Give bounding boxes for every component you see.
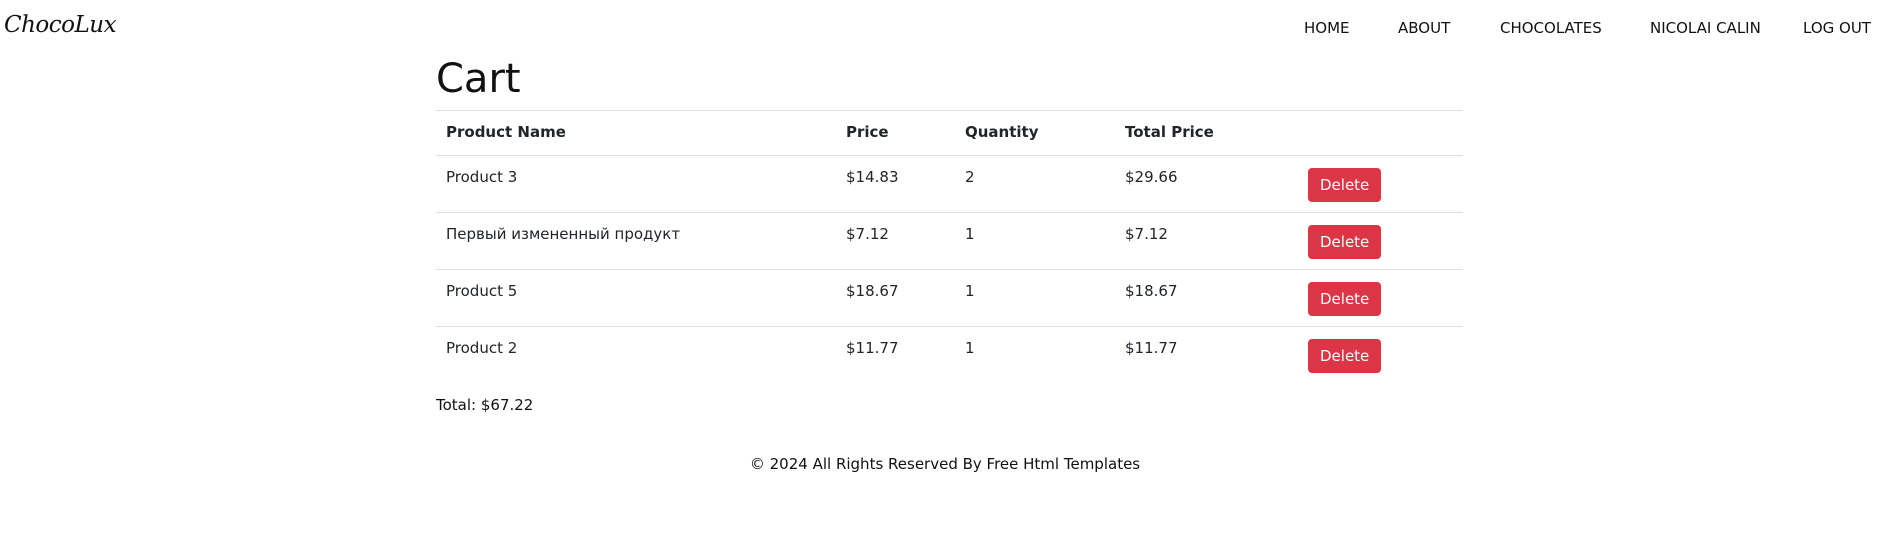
nav-item-about[interactable]: ABOUT bbox=[1398, 19, 1450, 37]
cell-price: $14.83 bbox=[836, 155, 955, 213]
cell-quantity: 1 bbox=[955, 326, 1115, 383]
cell-quantity: 1 bbox=[955, 212, 1115, 270]
cell-total-price: $18.67 bbox=[1115, 269, 1298, 327]
table-header-row: Product Name Price Quantity Total Price bbox=[436, 110, 1463, 156]
table-row: Product 2 $11.77 1 $11.77 Delete bbox=[436, 326, 1463, 383]
cell-total-price: $11.77 bbox=[1115, 326, 1298, 383]
nav-item-home[interactable]: HOME bbox=[1304, 19, 1350, 37]
column-header-total-price: Total Price bbox=[1115, 110, 1298, 156]
column-header-actions bbox=[1298, 110, 1463, 156]
column-header-product-name: Product Name bbox=[436, 110, 836, 156]
delete-button[interactable]: Delete bbox=[1308, 282, 1382, 316]
table-row: Product 3 $14.83 2 $29.66 Delete bbox=[436, 155, 1463, 213]
cell-product-name: Первый измененный продукт bbox=[436, 212, 836, 270]
brand-logo[interactable]: ChocoLux bbox=[4, 12, 117, 38]
delete-button[interactable]: Delete bbox=[1308, 168, 1382, 202]
cell-quantity: 2 bbox=[955, 155, 1115, 213]
cell-actions: Delete bbox=[1298, 269, 1463, 327]
column-header-quantity: Quantity bbox=[955, 110, 1115, 156]
cell-product-name: Product 2 bbox=[436, 326, 836, 383]
cell-price: $18.67 bbox=[836, 269, 955, 327]
nav-item-user[interactable]: NICOLAI CALIN bbox=[1650, 19, 1761, 37]
footer-copyright: © 2024 All Rights Reserved By Free Html … bbox=[749, 455, 1141, 473]
cart-total: Total: $67.22 bbox=[436, 396, 534, 414]
cell-product-name: Product 5 bbox=[436, 269, 836, 327]
table-row: Product 5 $18.67 1 $18.67 Delete bbox=[436, 269, 1463, 327]
table-row: Первый измененный продукт $7.12 1 $7.12 … bbox=[436, 212, 1463, 270]
delete-button[interactable]: Delete bbox=[1308, 225, 1382, 259]
cell-actions: Delete bbox=[1298, 212, 1463, 270]
nav-item-chocolates[interactable]: CHOCOLATES bbox=[1500, 19, 1602, 37]
navbar: ChocoLux HOME ABOUT CHOCOLATES NICOLAI C… bbox=[0, 0, 1890, 56]
delete-button[interactable]: Delete bbox=[1308, 339, 1382, 373]
column-header-price: Price bbox=[836, 110, 955, 156]
cell-product-name: Product 3 bbox=[436, 155, 836, 213]
cell-total-price: $29.66 bbox=[1115, 155, 1298, 213]
cart-table: Product Name Price Quantity Total Price … bbox=[436, 110, 1463, 383]
cell-total-price: $7.12 bbox=[1115, 212, 1298, 270]
cell-price: $11.77 bbox=[836, 326, 955, 383]
cell-actions: Delete bbox=[1298, 155, 1463, 213]
cell-quantity: 1 bbox=[955, 269, 1115, 327]
nav-item-logout[interactable]: LOG OUT bbox=[1803, 19, 1871, 37]
page-title: Cart bbox=[436, 56, 521, 102]
cell-actions: Delete bbox=[1298, 326, 1463, 383]
cell-price: $7.12 bbox=[836, 212, 955, 270]
